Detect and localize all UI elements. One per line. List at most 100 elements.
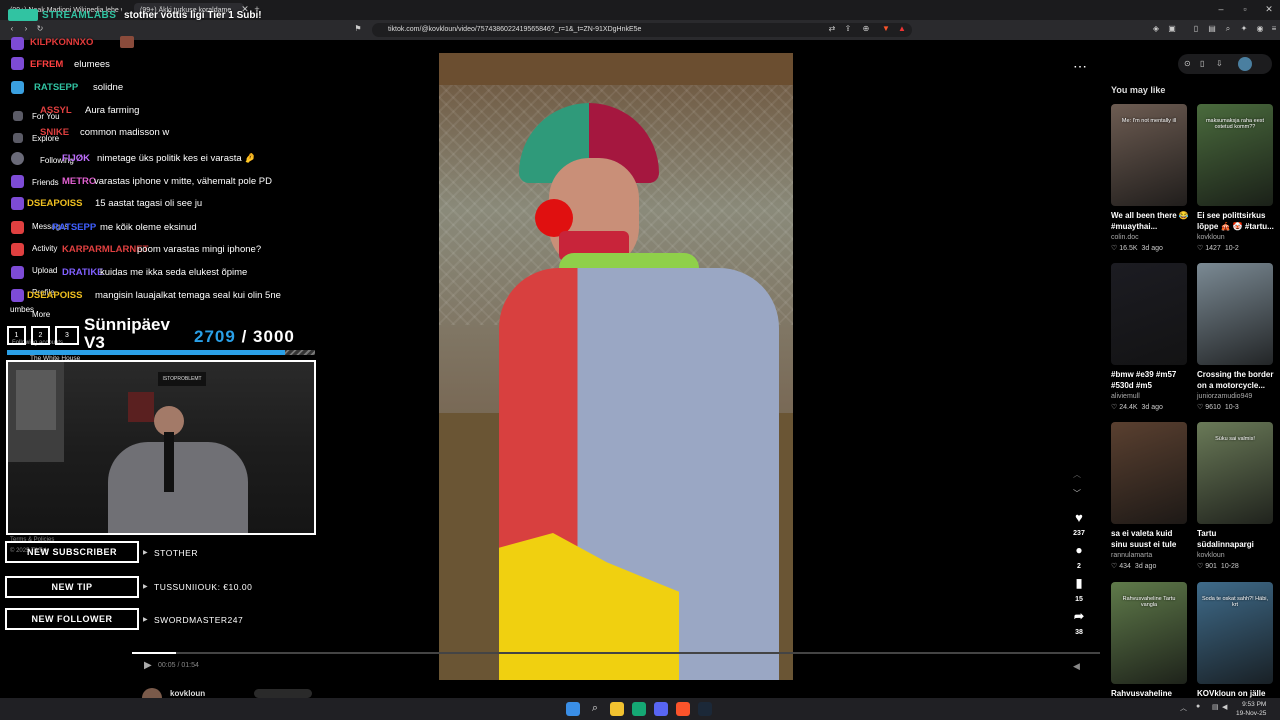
reading-list-icon[interactable]: ▤: [1206, 24, 1218, 33]
suggestion-thumbnail[interactable]: Rahvusvaheline Tartu vangla: [1111, 582, 1187, 684]
suggestion-title[interactable]: Ei see polittsirkus lõppe 🎪 🤡 #tartu...: [1197, 210, 1275, 232]
nav-activity[interactable]: Activity: [32, 244, 57, 253]
suggestion-thumbnail[interactable]: [1111, 263, 1187, 365]
translate-icon[interactable]: ⇄: [826, 24, 838, 33]
file-explorer-icon[interactable]: [610, 702, 624, 716]
close-window-icon[interactable]: ✕: [1260, 4, 1278, 15]
suggestion-thumbnail[interactable]: Soda te oskat sahh?! Häbi, krt: [1197, 582, 1273, 684]
suggestion-likes: 9610: [1205, 404, 1221, 411]
suggestion-author[interactable]: aliviemull: [1111, 393, 1140, 400]
sidebar-icon[interactable]: ▯: [1190, 24, 1202, 33]
comment-icon[interactable]: ●: [1068, 543, 1090, 557]
suggestion-author[interactable]: kovkloun: [1197, 552, 1225, 559]
suggestion-title[interactable]: Crossing the border on a motorcycle...: [1197, 369, 1275, 391]
heart-outline-icon: ♡: [1197, 563, 1206, 570]
discord-icon[interactable]: [654, 702, 668, 716]
seek-bar[interactable]: [132, 652, 1100, 654]
suggestion-thumbnail[interactable]: [1197, 263, 1273, 365]
suggestion-meta: ♡ 24.4K 3d ago: [1111, 403, 1163, 411]
chat-app-icon[interactable]: [632, 702, 646, 716]
prev-video-icon[interactable]: ︿: [1073, 469, 1081, 480]
suggestion-thumbnail[interactable]: Süku sai valmis!: [1197, 422, 1273, 524]
leo-icon[interactable]: ✦: [1238, 24, 1250, 33]
chat-message: me kõik oleme eksinud: [100, 222, 197, 233]
back-icon[interactable]: ‹: [6, 24, 18, 33]
follow-button[interactable]: [254, 689, 312, 698]
volume-icon[interactable]: ◀: [1073, 661, 1080, 672]
share-count: 38: [1075, 629, 1083, 636]
suggestion-author[interactable]: rannulamarta: [1111, 552, 1152, 559]
start-icon[interactable]: [566, 702, 580, 716]
download-icon[interactable]: ⇩: [1216, 59, 1223, 68]
chat-user: RATSEPP: [34, 82, 79, 93]
chat-message: elumees: [74, 59, 110, 70]
nav-more[interactable]: More: [32, 310, 50, 319]
poster: ISTOPROBLEMT: [158, 372, 206, 386]
suggestion-date: 3d ago: [1141, 404, 1163, 411]
author-name[interactable]: kovkloun: [170, 689, 205, 698]
suggestion-thumbnail[interactable]: [1111, 422, 1187, 524]
explore-icon[interactable]: [13, 133, 23, 143]
suggestion-author[interactable]: kovkloun: [1197, 234, 1225, 241]
forward-icon[interactable]: ›: [20, 24, 32, 33]
more-options-icon[interactable]: ⋯: [1073, 58, 1087, 75]
suggestion-date: 3d ago: [1141, 245, 1163, 252]
poster-red: [128, 392, 154, 422]
search-icon[interactable]: ⌕: [588, 702, 602, 716]
suggestion-title[interactable]: Tartu südalinnapargi planeeritud Süku...: [1197, 528, 1275, 550]
author-avatar[interactable]: [142, 688, 162, 698]
nav-upload[interactable]: Upload: [32, 266, 57, 275]
suggestion-title[interactable]: #bmw #e39 #m57 #530d #m5: [1111, 369, 1189, 391]
heart-outline-icon: ♡: [1111, 404, 1120, 411]
alert-label-follower: NEW FOLLOWER: [5, 608, 139, 630]
suggestion-likes: 1427: [1205, 245, 1221, 252]
brave-browser-icon[interactable]: [676, 702, 690, 716]
brave-shield-icon[interactable]: ▼: [880, 24, 892, 33]
chat-message: common madisson w: [80, 127, 170, 138]
system-clock[interactable]: 9:53 PM 19-Nov-25: [1236, 700, 1266, 718]
zoom-icon[interactable]: ⊕: [860, 24, 872, 33]
chat-message: kuidas me ikka seda elukest õpime: [100, 267, 248, 278]
microphone-icon[interactable]: ●: [1196, 703, 1200, 710]
volume-tray-icon[interactable]: ◀: [1222, 703, 1227, 711]
bookmark-icon[interactable]: ⚑: [352, 24, 364, 33]
extension-icon[interactable]: ◈: [1150, 24, 1162, 33]
network-icon[interactable]: ▤: [1212, 703, 1219, 711]
suggestion-title[interactable]: sa ei valeta kuid sinu suust ei tule tõd…: [1111, 528, 1189, 550]
next-video-icon[interactable]: ﹀: [1073, 488, 1081, 499]
share-arrow-icon[interactable]: ➦: [1068, 609, 1090, 623]
share-icon[interactable]: ⇪: [842, 24, 854, 33]
alert-label-subscriber: NEW SUBSCRIBER: [5, 541, 139, 563]
suggestion-author[interactable]: juniorzamudio949: [1197, 393, 1252, 400]
heart-icon[interactable]: ♥: [1068, 510, 1090, 525]
maximize-icon[interactable]: ▫: [1236, 4, 1254, 14]
suggestion-author[interactable]: colin.doc: [1111, 234, 1139, 241]
tab-search-icon[interactable]: ⌕: [1222, 24, 1234, 34]
thumbnail-caption: Soda te oskat sahh?! Häbi, krt: [1201, 596, 1269, 608]
suggestion-thumbnail[interactable]: Me: I'm not mentally ill: [1111, 104, 1187, 206]
bookmark-save-icon[interactable]: ▮: [1068, 576, 1090, 590]
rewards-icon[interactable]: ▲: [896, 24, 908, 33]
reload-icon[interactable]: ↻: [34, 24, 46, 33]
play-icon[interactable]: ▶: [144, 660, 152, 671]
alert-value-follower: SWORDMASTER247: [154, 615, 244, 625]
triangle-icon: ▶: [143, 584, 148, 590]
alert-value-tip: TUSSUNIIOUK: €10.00: [154, 582, 253, 592]
suggestion-thumbnail[interactable]: maksumaksja raha eest ostetud komm??: [1197, 104, 1273, 206]
video-player[interactable]: [439, 53, 793, 680]
suggestion-meta: ♡ 9610 10-3: [1197, 403, 1239, 411]
heart-outline-icon: ♡: [1197, 404, 1206, 411]
nav-friends[interactable]: Friends: [32, 178, 59, 187]
device-icon[interactable]: ▯: [1200, 59, 1204, 68]
roof-edge: [439, 53, 793, 85]
profile-avatar[interactable]: [1238, 57, 1252, 71]
home-icon[interactable]: [13, 111, 23, 121]
tray-chevron-icon[interactable]: ︿: [1180, 703, 1187, 713]
vpn-icon[interactable]: ◉: [1254, 24, 1266, 33]
suggestion-title[interactable]: We all been there 😂 #muaythai...: [1111, 210, 1189, 232]
menu-icon[interactable]: ≡: [1268, 24, 1280, 33]
settings-icon[interactable]: ⊙: [1184, 59, 1191, 68]
minimize-icon[interactable]: –: [1212, 4, 1230, 14]
screenshot-icon[interactable]: ▣: [1166, 24, 1178, 33]
steam-icon[interactable]: [698, 702, 712, 716]
